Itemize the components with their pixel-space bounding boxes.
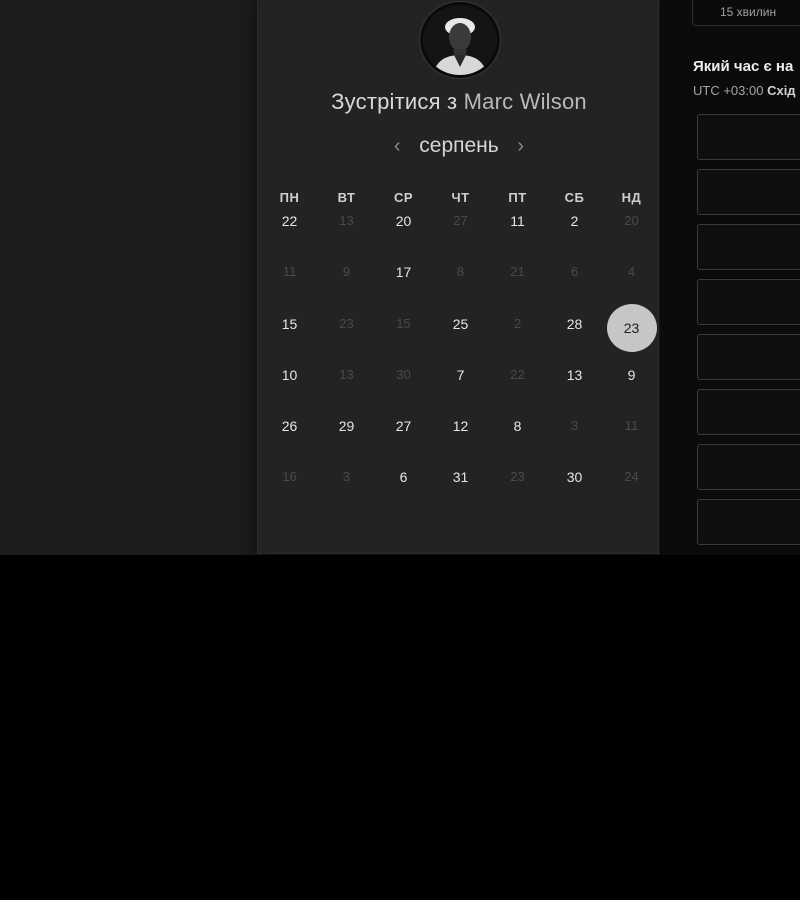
available-day[interactable]: 31	[432, 459, 489, 510]
unavailable-day: 6	[570, 264, 579, 280]
time-slot-button[interactable]	[697, 114, 800, 160]
available-day[interactable]: 29	[318, 408, 375, 459]
time-slot-button[interactable]	[697, 334, 800, 380]
selected-day-label: 23	[606, 304, 657, 353]
unavailable-day: 23	[339, 315, 354, 331]
unavailable-day: 27	[453, 213, 468, 228]
booking-page: Зустрітися з Marc Wilson ‹ серпень › ПН В…	[0, 0, 800, 555]
time-slot-button[interactable]	[697, 499, 800, 545]
available-day[interactable]: 12	[432, 408, 489, 459]
calendar-card: Зустрітися з Marc Wilson ‹ серпень › ПН В…	[257, 0, 659, 554]
available-day[interactable]: 8	[489, 408, 546, 459]
available-day[interactable]: 20	[375, 203, 432, 254]
timezone-selector[interactable]: UTC +03:00 Схід	[693, 83, 796, 98]
timezone-name: Схід	[767, 83, 796, 98]
time-slot-button[interactable]	[697, 279, 800, 325]
unavailable-day: 8	[456, 264, 465, 280]
day-grid: 22 13 20 27 11 2 20 11 9 17 8 21 6 4 15 23 15 25 2 28 23 10 13…	[261, 203, 660, 511]
available-day[interactable]: 28	[546, 306, 603, 357]
available-day[interactable]: 10	[261, 357, 318, 408]
unavailable-day: 15	[396, 315, 411, 331]
month-label: серпень	[419, 134, 499, 157]
available-day[interactable]: 11	[489, 203, 546, 254]
unavailable-day: 20	[624, 213, 639, 228]
duration-option[interactable]: 15 хвилин	[692, 0, 800, 26]
available-day[interactable]: 15	[261, 306, 318, 357]
unavailable-day: 3	[570, 418, 579, 434]
unavailable-day: 11	[282, 264, 297, 280]
available-day[interactable]: 27	[375, 408, 432, 459]
time-slot-button[interactable]	[697, 389, 800, 435]
unavailable-day: 16	[282, 469, 297, 485]
unavailable-day: 2	[513, 315, 522, 331]
unavailable-day: 21	[510, 264, 525, 280]
timezone-question: Який час є на	[693, 58, 794, 75]
available-day[interactable]: 13	[546, 357, 603, 408]
available-day[interactable]: 25	[432, 306, 489, 357]
available-day[interactable]: 30	[546, 459, 603, 510]
time-slot-button[interactable]	[697, 224, 800, 270]
unavailable-day: 22	[510, 366, 525, 382]
available-day[interactable]: 7	[432, 357, 489, 408]
unavailable-day: 13	[339, 213, 354, 228]
next-month-arrow-icon[interactable]: ›	[509, 132, 533, 160]
host-avatar	[420, 2, 500, 78]
unavailable-day: 23	[510, 469, 525, 485]
available-day[interactable]: 9	[603, 357, 660, 408]
selected-day[interactable]: 23	[603, 300, 660, 357]
available-day[interactable]: 2	[546, 203, 603, 254]
prev-month-arrow-icon[interactable]: ‹	[385, 132, 409, 160]
unavailable-day: 4	[627, 264, 636, 280]
empty-background	[0, 555, 800, 900]
unavailable-day: 9	[342, 264, 351, 280]
time-slot-button[interactable]	[697, 169, 800, 215]
available-day[interactable]: 6	[375, 459, 432, 510]
meeting-title-prefix: Зустрітися з	[331, 89, 458, 114]
available-day[interactable]: 26	[261, 408, 318, 459]
unavailable-day: 3	[342, 469, 351, 485]
unavailable-day: 30	[396, 366, 411, 382]
unavailable-day: 13	[339, 366, 354, 382]
unavailable-day: 24	[624, 469, 639, 485]
time-slot-panel: 15 хвилин Який час є на UTC +03:00 Схід	[660, 0, 800, 555]
host-name: Marc Wilson	[463, 89, 587, 114]
available-day[interactable]: 17	[375, 254, 432, 305]
unavailable-day: 11	[624, 418, 639, 434]
time-slot-button[interactable]	[697, 444, 800, 490]
available-day[interactable]: 22	[261, 203, 318, 254]
month-navigation: ‹ серпень ›	[258, 132, 660, 160]
meeting-title: Зустрітися з Marc Wilson	[258, 89, 660, 115]
timezone-offset: UTC +03:00	[693, 83, 764, 98]
